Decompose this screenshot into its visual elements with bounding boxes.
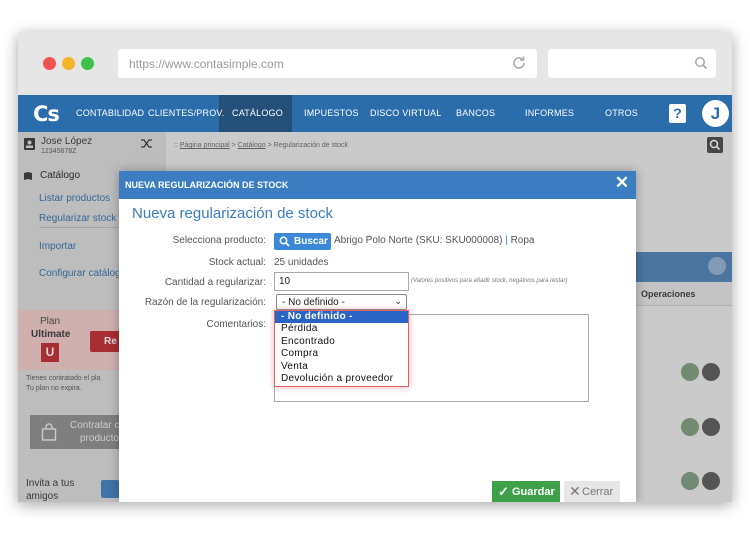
product-name: Abrigo Polo Norte (SKU: SKU000008)	[334, 235, 503, 246]
nav-item-impuestos[interactable]: IMPUESTOS	[304, 108, 359, 118]
help-button[interactable]: ?	[669, 104, 686, 123]
product-category: Ropa	[510, 235, 535, 246]
check-icon: ✓	[498, 484, 509, 499]
cancel-button-label: Cerrar	[582, 486, 614, 498]
reason-option[interactable]: Encontrado	[275, 336, 408, 348]
reason-select[interactable]: - No definido - ⌄	[276, 294, 407, 310]
search-button-label: Buscar	[294, 236, 328, 247]
avatar[interactable]: J	[702, 100, 729, 127]
quantity-input[interactable]: 10	[274, 272, 409, 291]
address-bar[interactable]: https://www.contasimple.com	[118, 49, 537, 78]
search-product-button[interactable]: Buscar	[274, 233, 331, 250]
top-navigation: Cs CONTABILIDAD CLIENTES/PROV. CATÁLOGO …	[18, 95, 732, 132]
quantity-label: Cantidad a regularizar:	[164, 277, 266, 288]
product-separator: |	[502, 235, 511, 246]
reason-option[interactable]: Devolución a proveedor	[275, 373, 408, 385]
nav-item-contabilidad[interactable]: CONTABILIDAD	[76, 108, 144, 118]
reason-label: Razón de la regularización:	[144, 297, 266, 308]
regularization-modal: NUEVA REGULARIZACIÓN DE STOCK ✕ Nueva re…	[119, 171, 636, 502]
reason-selected-value: - No definido -	[282, 297, 345, 308]
maximize-window-dot[interactable]	[81, 57, 94, 70]
stock-label: Stock actual:	[208, 257, 266, 268]
nav-item-bancos[interactable]: BANCOS	[456, 108, 495, 118]
reason-option[interactable]: Pérdida	[275, 323, 408, 335]
refresh-icon[interactable]	[511, 55, 527, 71]
nav-item-catalogo[interactable]: CATÁLOGO	[232, 108, 283, 118]
url-text: https://www.contasimple.com	[129, 57, 284, 71]
close-icon: ✕	[569, 483, 581, 499]
chevron-down-icon: ⌄	[394, 296, 402, 306]
product-value: Abrigo Polo Norte (SKU: SKU000008) | Rop…	[334, 235, 534, 246]
cancel-button[interactable]: ✕ Cerrar	[564, 481, 620, 502]
comments-label: Comentarios:	[206, 319, 266, 330]
nav-item-clientes[interactable]: CLIENTES/PROV.	[148, 108, 225, 118]
browser-window: https://www.contasimple.com Cs CONTABILI…	[18, 32, 732, 502]
close-icon[interactable]: ✕	[614, 174, 630, 191]
modal-header-title: NUEVA REGULARIZACIÓN DE STOCK	[125, 180, 289, 190]
save-button[interactable]: ✓ Guardar	[492, 481, 560, 502]
reason-option[interactable]: - No definido -	[275, 311, 408, 324]
reason-option[interactable]: Venta	[275, 361, 408, 373]
nav-item-disco-virtual[interactable]: DISCO VIRTUAL	[370, 108, 441, 118]
browser-search-bar[interactable]	[548, 49, 716, 78]
reason-option[interactable]: Compra	[275, 348, 408, 360]
reason-dropdown-list: - No definido - Pérdida Encontrado Compr…	[274, 310, 409, 387]
modal-title: Nueva regularización de stock	[132, 205, 333, 222]
browser-chrome: https://www.contasimple.com	[18, 32, 732, 95]
minimize-window-dot[interactable]	[62, 57, 75, 70]
modal-header: NUEVA REGULARIZACIÓN DE STOCK ✕	[119, 171, 636, 199]
stock-value: 25 unidades	[274, 257, 329, 268]
search-icon	[695, 57, 708, 70]
close-window-dot[interactable]	[43, 57, 56, 70]
product-label: Selecciona producto:	[172, 235, 266, 246]
nav-item-otros[interactable]: OTROS	[605, 108, 638, 118]
quantity-hint: (Valores positivos para añadir stock, ne…	[411, 278, 568, 284]
nav-item-informes[interactable]: INFORMES	[525, 108, 574, 118]
save-button-label: Guardar	[512, 486, 555, 498]
app-logo[interactable]: Cs	[33, 102, 60, 126]
search-icon	[279, 236, 290, 247]
